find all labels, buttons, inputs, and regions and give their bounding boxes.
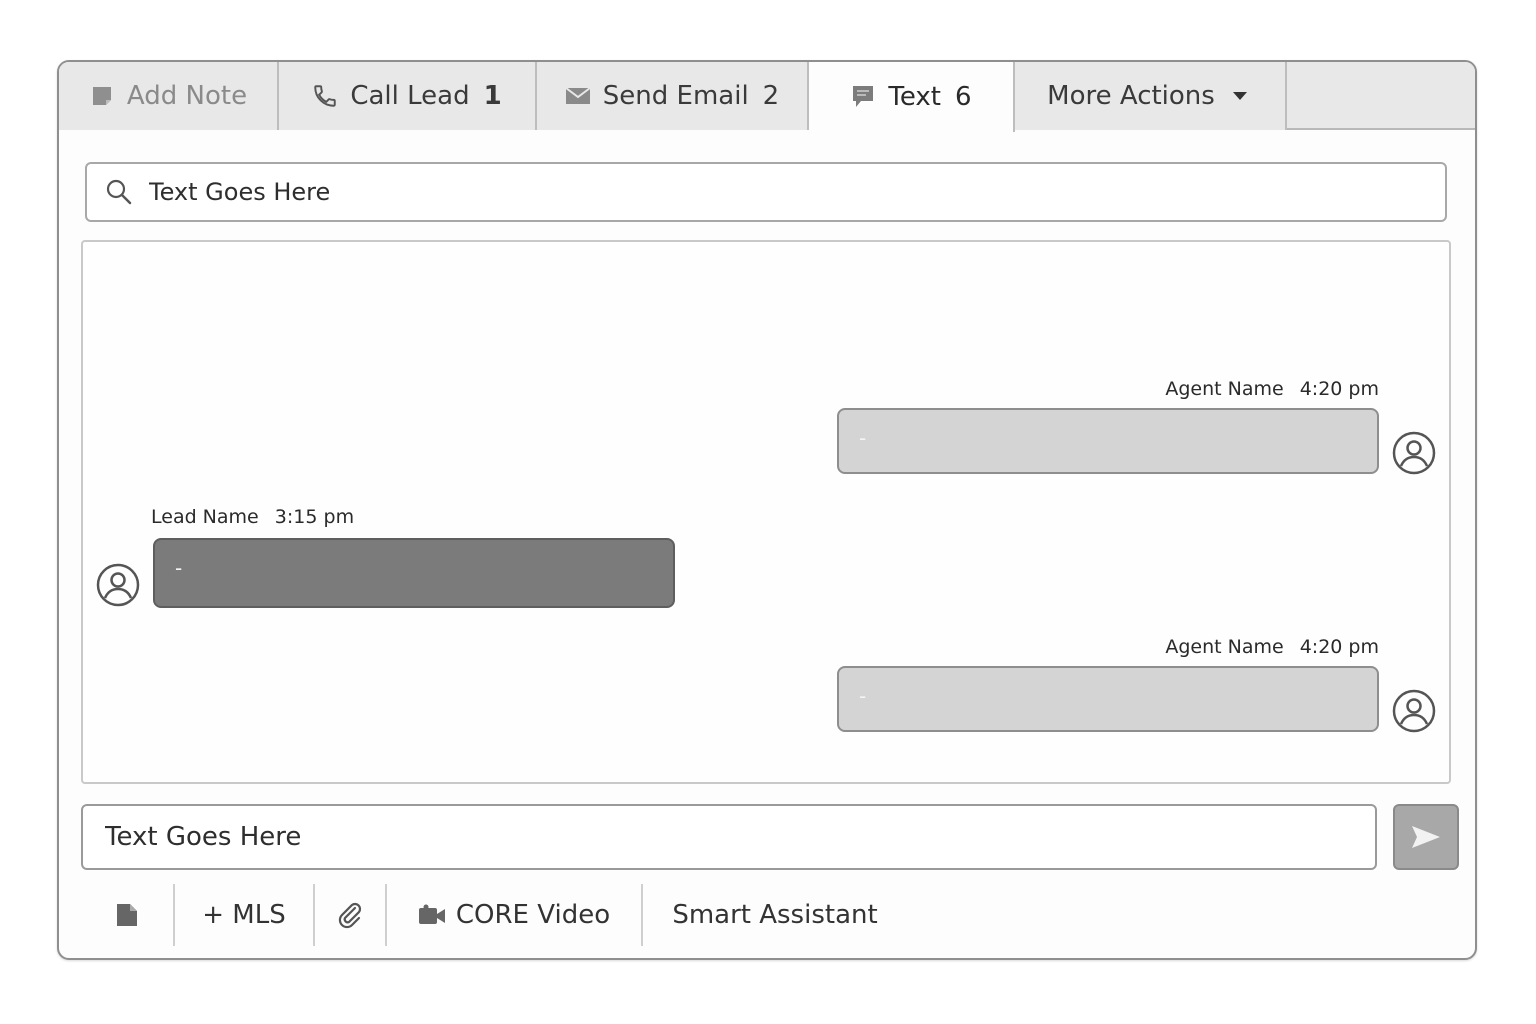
send-arrow-icon xyxy=(1412,826,1440,848)
tab-label: Send Email xyxy=(602,81,749,111)
document-icon xyxy=(117,904,137,926)
paperclip-icon xyxy=(338,902,362,929)
mls-label: + MLS xyxy=(202,900,286,930)
sender-name: Agent Name xyxy=(1165,378,1284,400)
chat-icon xyxy=(850,84,876,110)
tab-add-note[interactable]: Add Note xyxy=(59,62,279,130)
message-time: 4:20 pm xyxy=(1299,378,1379,400)
message-bubble-agent[interactable]: - xyxy=(837,408,1379,474)
message-composer[interactable] xyxy=(81,804,1377,870)
search-icon xyxy=(105,178,133,206)
core-video-label: CORE Video xyxy=(455,900,611,930)
add-mls-button[interactable]: + MLS xyxy=(175,884,315,946)
phone-icon xyxy=(312,83,338,109)
note-icon xyxy=(89,83,115,109)
caret-down-icon xyxy=(1227,83,1253,109)
message-meta: Lead Name 3:15 pm xyxy=(151,506,354,528)
attach-button[interactable] xyxy=(315,884,387,946)
tab-more-actions[interactable]: More Actions xyxy=(1015,62,1287,130)
tab-text[interactable]: Text 6 xyxy=(809,62,1015,132)
message-meta: Agent Name 4:20 pm xyxy=(1165,378,1379,400)
sender-name: Lead Name xyxy=(151,506,259,528)
agent-avatar-icon xyxy=(1392,689,1436,733)
conversation-area[interactable]: Agent Name 4:20 pm - Lead Name 3:15 pm -… xyxy=(81,240,1451,784)
lead-avatar-icon xyxy=(96,563,140,607)
tab-label: Text xyxy=(888,82,942,112)
composer-toolbar: + MLS CORE Video Smart Assistant xyxy=(81,884,907,946)
message-meta: Agent Name 4:20 pm xyxy=(1165,636,1379,658)
search-bar[interactable] xyxy=(85,162,1447,222)
message-time: 4:20 pm xyxy=(1299,636,1379,658)
tab-label: Call Lead xyxy=(350,81,470,111)
message-time: 3:15 pm xyxy=(274,506,355,528)
template-button[interactable] xyxy=(81,884,175,946)
smart-assistant-button[interactable]: Smart Assistant xyxy=(643,884,907,946)
tab-count-badge: 2 xyxy=(762,81,780,111)
message-bubble-lead[interactable]: - xyxy=(153,538,675,608)
tab-send-email[interactable]: Send Email 2 xyxy=(537,62,809,130)
tab-count-badge: 6 xyxy=(955,82,972,112)
search-input[interactable] xyxy=(149,178,1445,206)
messaging-panel: Add Note Call Lead 1 Send Email 2 Text 6… xyxy=(57,60,1477,960)
message-text: - xyxy=(859,684,867,708)
smart-assistant-label: Smart Assistant xyxy=(672,900,878,930)
video-camera-icon xyxy=(418,904,445,924)
tab-label: Add Note xyxy=(126,81,248,111)
tab-label: More Actions xyxy=(1047,81,1215,111)
agent-avatar-icon xyxy=(1392,431,1436,475)
sender-name: Agent Name xyxy=(1165,636,1284,658)
core-video-button[interactable]: CORE Video xyxy=(387,884,643,946)
tab-bar-filler xyxy=(1287,62,1475,128)
message-bubble-agent[interactable]: - xyxy=(837,666,1379,732)
email-icon xyxy=(565,83,591,109)
action-tabs: Add Note Call Lead 1 Send Email 2 Text 6… xyxy=(59,62,1475,132)
message-text: - xyxy=(175,556,183,580)
send-button[interactable] xyxy=(1393,804,1459,870)
message-input[interactable] xyxy=(105,822,1375,852)
tab-count-badge: 1 xyxy=(483,81,502,111)
message-text: - xyxy=(859,426,867,450)
tab-call-lead[interactable]: Call Lead 1 xyxy=(279,62,537,130)
